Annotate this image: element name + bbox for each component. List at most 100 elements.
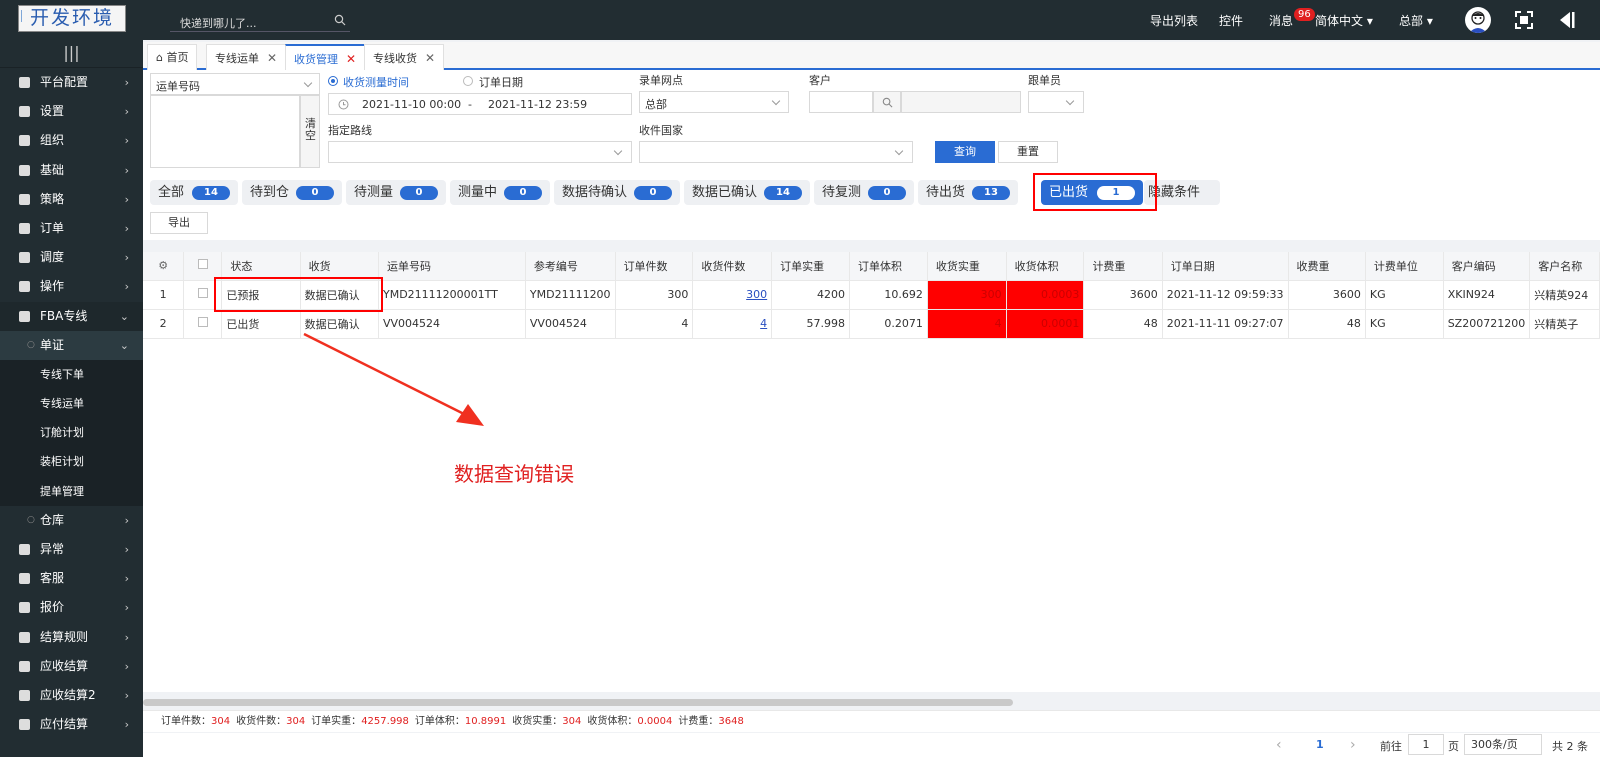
destination-label: 收件国家 bbox=[639, 124, 683, 137]
page-unit-label: 页 bbox=[1448, 740, 1459, 753]
sidebar-item[interactable]: ○ 仓库 › bbox=[0, 506, 143, 535]
global-search[interactable]: 快递到哪儿了... bbox=[170, 10, 350, 32]
tab-line-waybill[interactable]: 专线运单 ✕ bbox=[206, 44, 287, 70]
avatar[interactable] bbox=[1465, 7, 1491, 33]
status-tab-remeasure[interactable]: 待复测 0 bbox=[814, 180, 914, 205]
export-button[interactable]: 导出 bbox=[150, 212, 208, 234]
waybill-type-select[interactable]: 运单号码 bbox=[150, 73, 320, 95]
sidebar-item[interactable]: 设置 › bbox=[0, 97, 143, 126]
query-button[interactable]: 查询 bbox=[935, 141, 995, 163]
sidebar-item[interactable]: 结算规则 › bbox=[0, 623, 143, 652]
tab-receiving-management[interactable]: 收货管理 ✕ bbox=[285, 44, 366, 70]
collapse-panel-icon[interactable] bbox=[1556, 10, 1576, 30]
org-select[interactable]: 总部 ▾ bbox=[1399, 12, 1433, 29]
sidebar-item[interactable]: 报价 › bbox=[0, 593, 143, 622]
sidebar-item[interactable]: 操作 › bbox=[0, 272, 143, 301]
messages-link[interactable]: 消息 bbox=[1269, 12, 1293, 29]
close-icon[interactable]: ✕ bbox=[425, 51, 435, 65]
sidebar-subitem[interactable]: 提单管理 bbox=[0, 476, 143, 506]
column-header[interactable]: 收货实重 bbox=[927, 252, 1007, 281]
sidebar-item[interactable]: 订单 › bbox=[0, 214, 143, 243]
sidebar-item[interactable]: 异常 › bbox=[0, 535, 143, 564]
prev-page-button[interactable]: ‹ bbox=[1276, 737, 1282, 753]
sidebar-item[interactable]: 应收结算 › bbox=[0, 652, 143, 681]
column-header[interactable]: 状态 bbox=[221, 252, 301, 281]
radio-order-date[interactable] bbox=[463, 76, 473, 86]
sidebar-item[interactable]: FBA专线 ⌄ bbox=[0, 301, 143, 331]
column-header[interactable]: 运单号码 bbox=[378, 252, 526, 281]
export-list-link[interactable]: 导出列表 bbox=[1150, 12, 1198, 29]
row-checkbox-cell[interactable] bbox=[183, 309, 223, 339]
status-tab-measuring[interactable]: 测量中 0 bbox=[450, 180, 550, 205]
customer-code-input[interactable] bbox=[809, 91, 873, 113]
sidebar-item[interactable]: 平台配置 › bbox=[0, 68, 143, 97]
follower-select[interactable] bbox=[1028, 91, 1084, 113]
sidebar-item[interactable]: 基础 › bbox=[0, 156, 143, 185]
select-all-checkbox[interactable] bbox=[197, 259, 208, 270]
column-header[interactable]: 客户编码 bbox=[1443, 252, 1531, 281]
sidebar-item[interactable]: 策略 › bbox=[0, 185, 143, 214]
column-header[interactable]: 订单体积 bbox=[849, 252, 928, 281]
column-header[interactable]: 计费单位 bbox=[1365, 252, 1444, 281]
sidebar-subitem[interactable]: 专线运单 bbox=[0, 389, 143, 419]
sidebar-item[interactable]: 组织 › bbox=[0, 126, 143, 155]
destination-select[interactable] bbox=[639, 141, 913, 163]
tab-line-receiving[interactable]: 专线收货 ✕ bbox=[364, 44, 445, 70]
close-icon[interactable]: ✕ bbox=[346, 52, 356, 66]
entry-point-select[interactable]: 总部 bbox=[639, 91, 789, 113]
date-range-input[interactable]: 2021-11-10 00:00 - 2021-11-12 23:59 bbox=[328, 93, 632, 115]
language-select[interactable]: 简体中文 ▾ bbox=[1315, 12, 1373, 29]
sidebar: ||| 平台配置 › 设置 › 组织 › 基础 › 策略 › 订单 › 调度 › 操作 › FBA专线 ⌄ ○ 单… bbox=[0, 40, 143, 757]
menu-toggle-icon[interactable]: ||| bbox=[0, 40, 143, 68]
sidebar-item-documents[interactable]: ○ 单证 ⌄ bbox=[0, 330, 143, 360]
receive-qty-link[interactable]: 300 bbox=[692, 280, 773, 310]
receive-qty-link[interactable]: 4 bbox=[692, 309, 773, 339]
search-input[interactable]: 快递到哪儿了... bbox=[180, 15, 257, 31]
status-tab-data-confirmed[interactable]: 数据已确认 14 bbox=[684, 180, 810, 205]
column-header[interactable]: 收货 bbox=[300, 252, 379, 281]
column-header[interactable]: 计费重 bbox=[1083, 252, 1163, 281]
horizontal-scrollbar[interactable] bbox=[143, 699, 1013, 706]
row-checkbox[interactable] bbox=[197, 317, 208, 327]
sidebar-subitem[interactable]: 装柜计划 bbox=[0, 447, 143, 477]
column-header[interactable]: 订单件数 bbox=[615, 252, 694, 281]
customer-search-button[interactable] bbox=[873, 91, 901, 113]
page-size-select[interactable]: 300条/页 bbox=[1464, 734, 1542, 755]
column-header[interactable]: 客户名称 bbox=[1529, 252, 1600, 281]
status-tab-awaiting-ship[interactable]: 待出货 13 bbox=[918, 180, 1018, 205]
sidebar-item[interactable]: 调度 › bbox=[0, 243, 143, 272]
current-page[interactable]: 1 bbox=[1316, 738, 1324, 751]
tab-home[interactable]: ⌂ 首页 bbox=[147, 44, 198, 70]
status-tab-awaiting-measure[interactable]: 待测量 0 bbox=[346, 180, 446, 205]
status-tab-awaiting-arrival[interactable]: 待到仓 0 bbox=[242, 180, 342, 205]
column-header[interactable]: 收货件数 bbox=[692, 252, 773, 281]
controls-link[interactable]: 控件 bbox=[1219, 12, 1243, 29]
fba-icon bbox=[19, 310, 30, 322]
sidebar-item[interactable]: 客服 › bbox=[0, 564, 143, 593]
reset-button[interactable]: 重置 bbox=[998, 141, 1058, 163]
column-header[interactable]: 订单日期 bbox=[1162, 252, 1289, 281]
column-header[interactable]: 收费重 bbox=[1288, 252, 1366, 281]
close-icon[interactable]: ✕ bbox=[267, 51, 277, 65]
sidebar-item[interactable]: 应收结算2 › bbox=[0, 681, 143, 710]
radio-receive-time[interactable] bbox=[328, 76, 338, 86]
column-header[interactable]: 参考编号 bbox=[525, 252, 616, 281]
fullscreen-icon[interactable] bbox=[1514, 10, 1534, 30]
goto-page-input[interactable]: 1 bbox=[1408, 734, 1444, 755]
status-tab-data-pending[interactable]: 数据待确认 0 bbox=[554, 180, 680, 205]
route-select[interactable] bbox=[328, 141, 632, 163]
waybill-textarea[interactable] bbox=[150, 95, 300, 168]
gear-icon[interactable]: ⚙ bbox=[158, 259, 168, 272]
status-tab-all[interactable]: 全部 14 bbox=[150, 180, 238, 205]
sidebar-subitem[interactable]: 订舱计划 bbox=[0, 418, 143, 448]
column-header[interactable]: 收货体积 bbox=[1006, 252, 1085, 281]
next-page-button[interactable]: › bbox=[1350, 737, 1356, 753]
sidebar-item[interactable]: 应付结算 › bbox=[0, 710, 143, 739]
row-checkbox[interactable] bbox=[197, 288, 208, 298]
clear-button[interactable]: 清空 bbox=[300, 95, 320, 168]
table-settings-cell[interactable]: ⚙ bbox=[143, 252, 185, 281]
search-icon[interactable] bbox=[334, 14, 346, 26]
select-all-cell[interactable] bbox=[183, 252, 223, 281]
sidebar-subitem[interactable]: 专线下单 bbox=[0, 359, 143, 390]
column-header[interactable]: 订单实重 bbox=[771, 252, 850, 281]
